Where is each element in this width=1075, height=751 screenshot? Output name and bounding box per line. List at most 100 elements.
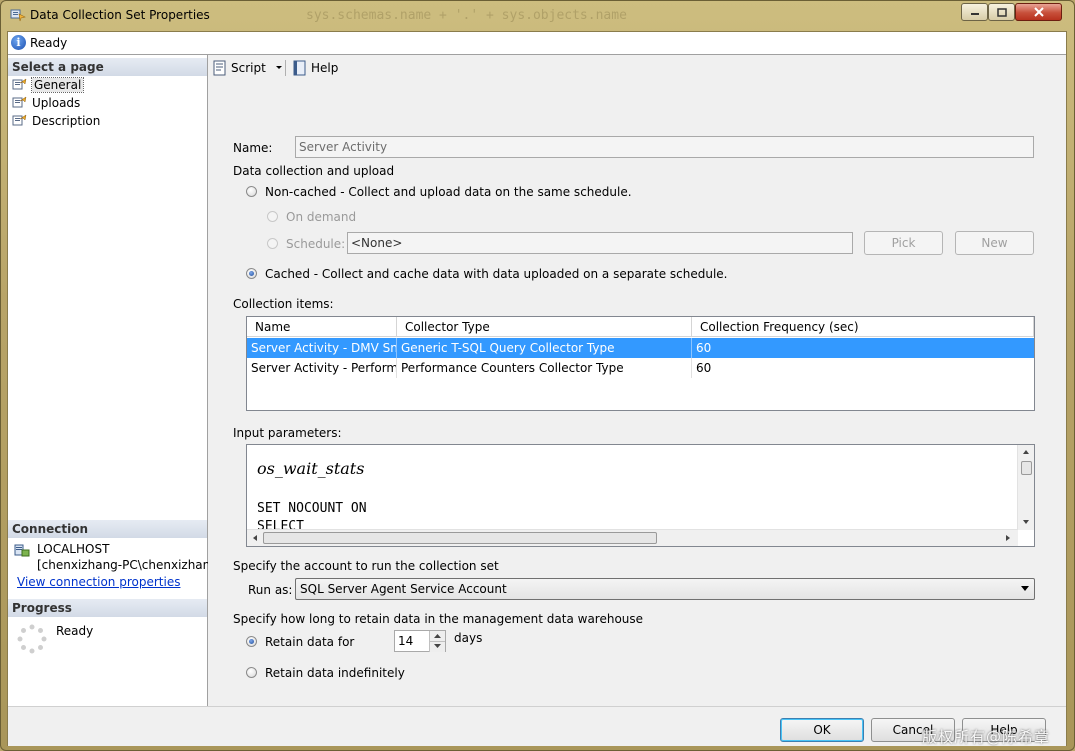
page-item-general[interactable]: General — [12, 76, 85, 94]
chevron-down-icon — [1021, 586, 1029, 591]
background-ghost-text: sys.schemas.name + '.' + sys.objects.nam… — [306, 8, 627, 23]
page-item-description[interactable]: Description — [12, 112, 100, 130]
days-label: days — [454, 631, 483, 645]
retain-days-value: 14 — [398, 634, 414, 648]
close-button[interactable] — [1015, 3, 1062, 21]
page-item-uploads[interactable]: Uploads — [12, 94, 80, 112]
cached-label[interactable]: Cached - Collect and cache data with dat… — [265, 267, 728, 281]
cell-frequency: 60 — [696, 361, 712, 375]
progress-spinner-icon — [17, 624, 47, 654]
ok-button[interactable]: OK — [780, 718, 864, 742]
minimize-icon — [970, 13, 979, 15]
cached-radio[interactable] — [246, 268, 257, 279]
cell-frequency: 60 — [696, 341, 712, 355]
column-header-collector-type[interactable]: Collector Type — [397, 317, 692, 337]
progress-status: Ready — [56, 624, 94, 638]
right-panel: Script Help Name: Server Activity Data c… — [208, 55, 1066, 706]
left-panel: Select a page General Uploads Descriptio… — [8, 55, 218, 706]
watermark: 版权所有@陈希章 — [922, 728, 1051, 746]
column-header-name[interactable]: Name — [247, 317, 397, 337]
stepper-down-button[interactable] — [429, 641, 445, 652]
status-text: Ready — [30, 36, 68, 50]
scroll-right-icon — [1006, 535, 1010, 541]
progress-header: Progress — [8, 599, 207, 617]
server-connection-icon — [14, 544, 30, 557]
page-label: Uploads — [32, 96, 81, 110]
status-bar: i Ready — [8, 32, 1066, 55]
retain-days-stepper[interactable]: 14 — [394, 630, 446, 652]
column-header-frequency[interactable]: Collection Frequency (sec) — [692, 317, 1034, 337]
scroll-left-icon — [253, 535, 257, 541]
retain-for-label[interactable]: Retain data for — [265, 635, 354, 649]
cell-name: Server Activity - DMV Sn... — [247, 338, 397, 358]
connection-user: [chenxizhang-PC\chenxizhang — [37, 558, 218, 572]
page-settings-icon — [12, 114, 27, 126]
run-as-value: SQL Server Agent Service Account — [300, 582, 507, 596]
page-settings-icon — [12, 78, 27, 90]
editor-line: SET NOCOUNT ON — [257, 501, 367, 516]
help-label: Help — [311, 61, 339, 75]
retain-indefinitely-label[interactable]: Retain data indefinitely — [265, 666, 405, 680]
retain-indefinitely-radio[interactable] — [246, 667, 257, 678]
server-name: LOCALHOST — [37, 542, 110, 556]
vertical-scrollbar[interactable] — [1017, 445, 1034, 530]
script-label: Script — [231, 61, 266, 75]
horizontal-scrollbar[interactable] — [247, 529, 1018, 546]
dialog-button-bar: OK Cancel Help — [8, 706, 1066, 746]
noncached-radio[interactable] — [246, 186, 257, 197]
maximize-button[interactable] — [988, 3, 1015, 21]
cell-collector-type: Performance Counters Collector Type — [397, 358, 692, 378]
pick-button[interactable]: Pick — [864, 231, 943, 255]
table-row[interactable]: Server Activity - Perform... Performance… — [247, 358, 1034, 378]
schedule-field[interactable]: <None> — [347, 232, 853, 254]
toolbar: Script Help — [208, 55, 1066, 81]
account-section-label: Specify the account to run the collectio… — [233, 559, 499, 573]
data-collection-label: Data collection and upload — [233, 164, 395, 178]
toolbar-separator — [285, 60, 286, 76]
window-title: Data Collection Set Properties — [30, 8, 210, 22]
cell-collector-type: Generic T-SQL Query Collector Type — [397, 338, 692, 358]
name-field[interactable]: Server Activity — [295, 136, 1034, 158]
collection-items-grid[interactable]: Name Collector Type Collection Frequency… — [246, 316, 1035, 411]
connection-info: LOCALHOST [chenxizhang-PC\chenxizhang Vi… — [8, 540, 218, 596]
title-bar[interactable]: Data Collection Set Properties sys.schem… — [6, 2, 1068, 28]
editor-line: os_wait_stats — [257, 459, 365, 478]
collection-items-label: Collection items: — [233, 297, 334, 311]
progress-info: Ready — [8, 618, 207, 663]
view-connection-properties-link[interactable]: View connection properties — [17, 575, 180, 589]
page-settings-icon — [12, 96, 27, 108]
page-label: General — [30, 77, 85, 93]
select-page-header: Select a page — [8, 58, 207, 76]
schedule-radio[interactable] — [267, 238, 278, 249]
retain-for-radio[interactable] — [246, 636, 257, 647]
app-icon — [10, 9, 26, 22]
page-label: Description — [32, 114, 101, 128]
name-label: Name: — [233, 141, 273, 155]
input-parameters-editor[interactable]: os_wait_stats SET NOCOUNT ON SELECT — [246, 444, 1035, 547]
retain-section-label: Specify how long to retain data in the m… — [233, 612, 644, 626]
script-button[interactable]: Script — [212, 58, 283, 78]
help-toolbar-button[interactable]: Help — [292, 58, 338, 78]
close-icon — [1033, 7, 1044, 17]
stepper-up-button[interactable] — [429, 631, 445, 641]
dialog-client-area: i Ready Select a page General Uploads De… — [7, 31, 1067, 746]
table-row[interactable]: Server Activity - DMV Sn... Generic T-SQ… — [247, 338, 1034, 358]
run-as-label: Run as: — [248, 583, 293, 597]
input-parameters-label: Input parameters: — [233, 426, 342, 440]
on-demand-radio[interactable] — [267, 211, 278, 222]
on-demand-label[interactable]: On demand — [286, 210, 356, 224]
run-as-select[interactable]: SQL Server Agent Service Account — [295, 578, 1035, 600]
noncached-label[interactable]: Non-cached - Collect and upload data on … — [265, 185, 632, 199]
script-icon — [213, 60, 226, 76]
minimize-button[interactable] — [961, 3, 988, 21]
scroll-down-icon — [1023, 520, 1029, 524]
stepper-down-icon — [434, 644, 441, 648]
maximize-icon — [996, 7, 1007, 17]
help-icon — [293, 60, 306, 76]
vertical-scroll-thumb[interactable] — [1021, 461, 1032, 475]
connection-header: Connection — [8, 520, 207, 538]
horizontal-scroll-thumb[interactable] — [263, 532, 657, 544]
info-icon: i — [11, 35, 26, 50]
schedule-label[interactable]: Schedule: — [286, 237, 345, 251]
new-button[interactable]: New — [955, 231, 1034, 255]
